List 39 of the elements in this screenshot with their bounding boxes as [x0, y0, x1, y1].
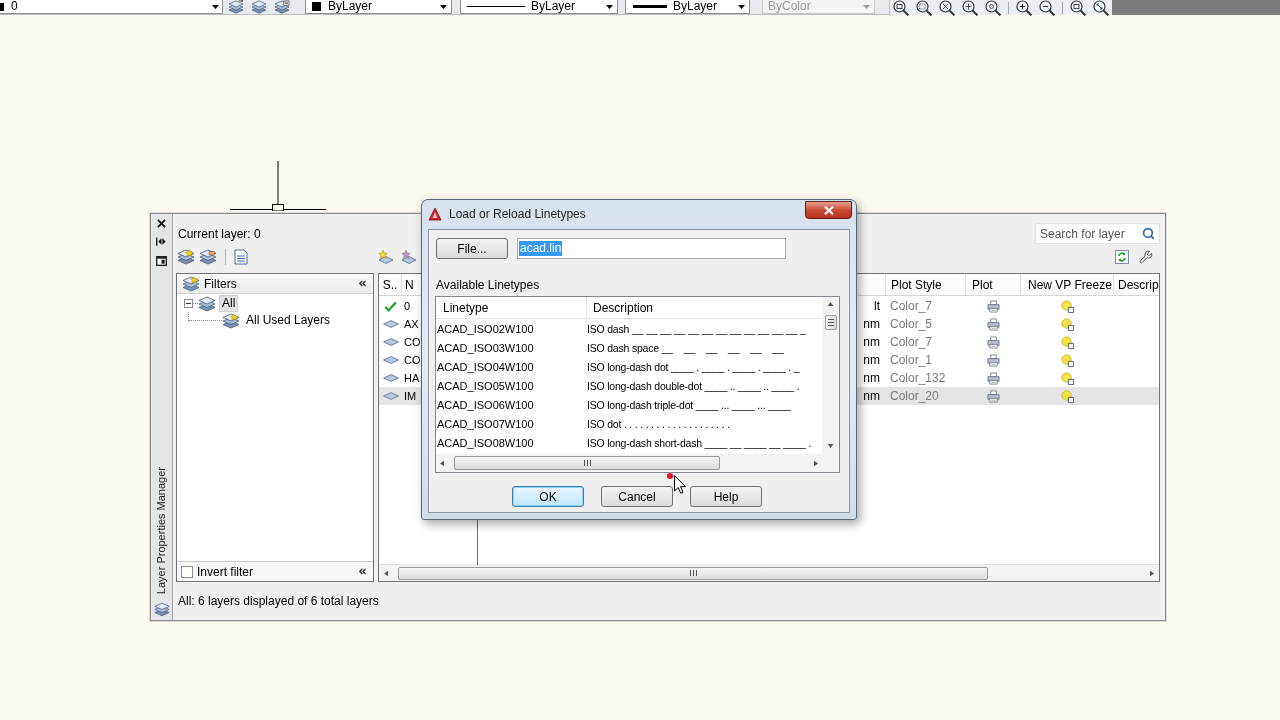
plot-style-cell-text: Color_7: [890, 334, 933, 351]
filters-title: Filters: [204, 275, 237, 293]
linetype-description: ISO long-dash dot ____ . ____ . ____ . ____ . _: [587, 359, 800, 375]
table-cell-text: nm: [863, 334, 880, 351]
table-cell-text: nm: [863, 316, 880, 333]
linetype-name: ACAD_ISO02W100: [436, 322, 534, 338]
linetype-description: ISO long-dash short-dash ____ __ ____ __ ____ .: [587, 435, 812, 451]
layer-name: 0: [404, 298, 411, 314]
status-text: All: 6 layers displayed of 6 total layers: [178, 593, 379, 610]
plot-style-cell-text: Color_1: [890, 352, 933, 369]
linetype-name: ACAD_ISO07W100: [436, 417, 534, 433]
selected-text: acad.lin: [519, 241, 563, 256]
table-cell-text: nm: [863, 352, 880, 369]
table-cell-text: nm: [863, 370, 880, 387]
linetype-description: ISO long-dash double-dot ____ .. ____ .. ____ .: [587, 378, 800, 394]
current-layer-label: Current layer: 0: [178, 225, 261, 243]
plot-style-cell-text: Color_20: [890, 388, 939, 405]
linetype-name: ACAD_ISO08W100: [436, 436, 534, 452]
linetype-description: ISO dash __ __ __ __ __ __ __ __ __ __ __ __ _: [587, 321, 806, 337]
linetype-name: ACAD_ISO05W100: [436, 379, 534, 395]
linetype-description: ISO dot . . . . . . . . . . . . . . . . . . . .: [587, 416, 730, 432]
list-label: Available Linetypes: [436, 278, 540, 292]
linetype-name: ACAD_ISO03W100: [436, 341, 534, 357]
layer-name: CO: [404, 334, 421, 350]
linetype-name: ACAD_ISO06W100: [436, 398, 534, 414]
layer-name: CO: [404, 352, 421, 368]
linetype-description: ISO long-dash triple-dot ____ ... ____ ... ____: [587, 397, 791, 413]
plot-style-cell-text: Color_5: [890, 316, 933, 333]
layer-name: IM: [404, 388, 417, 404]
table-cell-text: nm: [863, 388, 880, 405]
plot-style-cell-text: Color_7: [890, 298, 933, 315]
palette-title: Layer Properties Manager: [155, 466, 168, 594]
layer-name: HA: [404, 370, 420, 386]
table-cell-text: lt: [874, 298, 880, 315]
linetype-description: ISO dash space __ __ __ __ __ __: [587, 340, 784, 356]
linetype-name: ACAD_ISO04W100: [436, 360, 534, 376]
plot-style-cell-text: Color_132: [890, 370, 946, 387]
layer-name: AX: [404, 316, 419, 332]
dialog-title: Load or Reload Linetypes: [449, 207, 586, 222]
